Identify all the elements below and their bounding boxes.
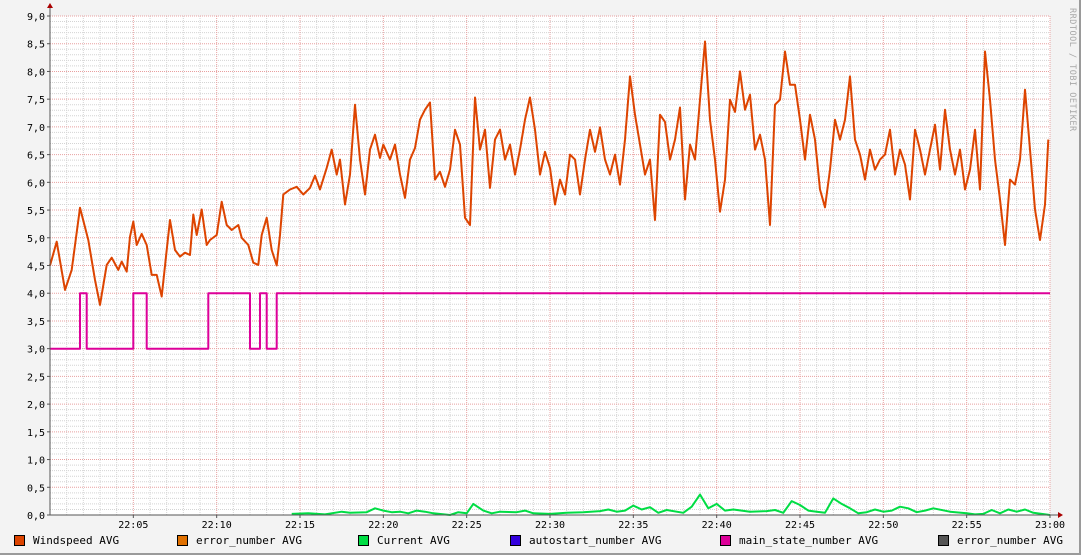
x-tick-label: 22:40 (702, 520, 732, 531)
y-tick-label: 3,0 (27, 345, 45, 356)
y-tick-label: 0,5 (27, 483, 45, 494)
y-tick-label: 8,0 (27, 67, 45, 78)
y-tick-label: 2,5 (27, 372, 45, 383)
legend-item: Windspeed AVG (14, 534, 119, 547)
legend-swatch-icon (14, 535, 25, 546)
line-chart: 0,0 0,5 1,0 1,5 2,0 2,5 3,0 3,5 4,0 4,5 5,0 5,5 6,0 6… (27, 3, 1065, 531)
y-tick-label: 1,0 (27, 456, 45, 467)
x-tick-label: 22:15 (285, 520, 315, 531)
x-tick-label: 22:30 (535, 520, 565, 531)
y-tick-label: 8,5 (27, 40, 45, 51)
x-tick-label: 22:35 (618, 520, 648, 531)
y-tick-label: 7,0 (27, 123, 45, 134)
y-tick-label: 9,0 (27, 12, 45, 23)
x-tick-label: 23:00 (1035, 520, 1065, 531)
x-tick-label: 22:45 (785, 520, 815, 531)
legend-label: autostart_number AVG (529, 534, 662, 547)
x-axis-arrow-icon (1058, 512, 1063, 518)
rrdtool-watermark: RRDTOOL / TOBI OETIKER (1067, 8, 1077, 132)
y-tick-label: 5,0 (27, 234, 45, 245)
x-tick-label: 22:05 (118, 520, 148, 531)
y-tick-label: 6,0 (27, 178, 45, 189)
y-tick-label: 5,5 (27, 206, 45, 217)
legend-label: error_number AVG (957, 534, 1063, 547)
legend-item: error_number AVG (177, 534, 302, 547)
legend-swatch-icon (510, 535, 521, 546)
y-tick-label: 0,0 (27, 511, 45, 522)
legend-item: Current AVG (358, 534, 450, 547)
y-tick-label: 3,5 (27, 317, 45, 328)
legend-label: Windspeed AVG (33, 534, 120, 547)
legend-item: autostart_number AVG (510, 534, 661, 547)
legend-swatch-icon (720, 535, 731, 546)
legend-swatch-icon (938, 535, 949, 546)
x-tick-label: 22:50 (868, 520, 898, 531)
legend-swatch-icon (358, 535, 369, 546)
legend-label: Current AVG (377, 534, 450, 547)
legend: Windspeed AVG error_number AVG Current AVG… (14, 534, 1074, 550)
y-tick-label: 2,0 (27, 400, 45, 411)
y-tick-label: 1,5 (27, 428, 45, 439)
legend-item: main_state_number AVG (720, 534, 878, 547)
x-tick-label: 22:25 (452, 520, 482, 531)
x-tick-label: 22:20 (368, 520, 398, 531)
y-axis-arrow-icon (47, 3, 53, 8)
x-tick-label: 22:55 (952, 520, 982, 531)
legend-item: error_number AVG (938, 534, 1063, 547)
y-tick-label: 7,5 (27, 95, 45, 106)
legend-label: main_state_number AVG (739, 534, 879, 547)
y-tick-label: 6,5 (27, 151, 45, 162)
y-tick-label: 4,5 (27, 262, 45, 273)
legend-swatch-icon (177, 535, 188, 546)
y-tick-label: 4,0 (27, 289, 45, 300)
legend-label: error_number AVG (196, 534, 302, 547)
x-tick-label: 22:10 (202, 520, 232, 531)
